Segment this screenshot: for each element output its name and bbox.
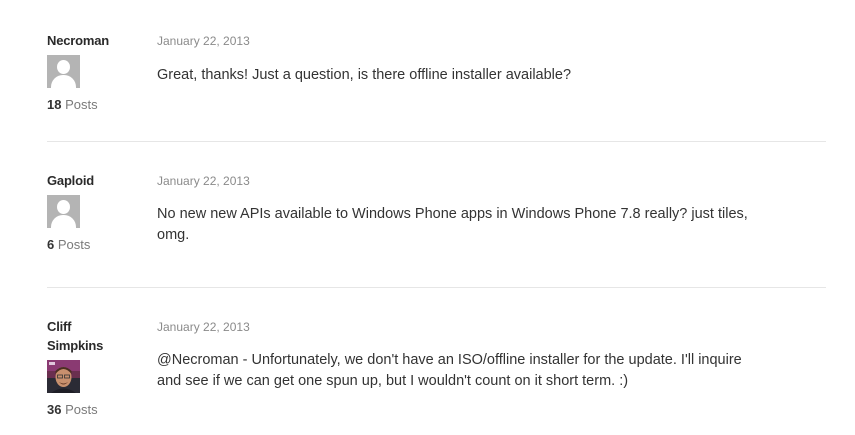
post-count-label: Posts — [65, 97, 98, 112]
post-date: January 22, 2013 — [157, 174, 250, 188]
post-author: Gaploid 6 Posts — [47, 171, 132, 253]
author-post-count: 18 Posts — [47, 97, 132, 113]
post-date: January 22, 2013 — [157, 34, 250, 48]
author-name-link[interactable]: Cliff Simpkins — [47, 317, 132, 355]
forum-post: Cliff Simpkins 36 Posts January 22, 2013 … — [0, 288, 855, 435]
author-post-count: 36 Posts — [47, 402, 132, 418]
forum-post: Necroman 18 Posts January 22, 2013 Great… — [0, 0, 855, 142]
avatar-shoulders-shape — [51, 75, 76, 88]
forum-post: Gaploid 6 Posts January 22, 2013 No new … — [0, 142, 855, 288]
avatar-head-shape — [57, 60, 70, 74]
post-body: @Necroman - Unfortunately, we don't have… — [157, 352, 742, 389]
post-count-number: 18 — [47, 97, 62, 112]
post-count-label: Posts — [65, 402, 98, 417]
post-body: Great, thanks! Just a question, is there… — [157, 67, 572, 83]
avatar-shoulders-shape — [51, 215, 76, 228]
post-count-number: 36 — [47, 402, 62, 417]
post-date: January 22, 2013 — [157, 320, 250, 334]
avatar-head-shape — [57, 200, 70, 214]
post-author: Necroman 18 Posts — [47, 31, 132, 113]
author-last-name: Simpkins — [47, 338, 104, 353]
post-author: Cliff Simpkins 36 Posts — [47, 317, 132, 418]
post-count-label: Posts — [57, 237, 91, 252]
author-first-name: Cliff — [47, 319, 72, 334]
author-name-link[interactable]: Necroman — [47, 31, 132, 50]
forum-thread: Necroman 18 Posts January 22, 2013 Great… — [0, 0, 855, 435]
default-user-icon[interactable] — [47, 195, 80, 228]
user-photo-avatar[interactable] — [47, 360, 80, 393]
post-body: No new new APIs available to Windows Pho… — [157, 206, 748, 243]
post-count-number: 6 — [47, 237, 55, 252]
default-user-icon[interactable] — [47, 55, 80, 88]
author-post-count: 6 Posts — [47, 237, 132, 253]
author-name-link[interactable]: Gaploid — [47, 171, 132, 190]
